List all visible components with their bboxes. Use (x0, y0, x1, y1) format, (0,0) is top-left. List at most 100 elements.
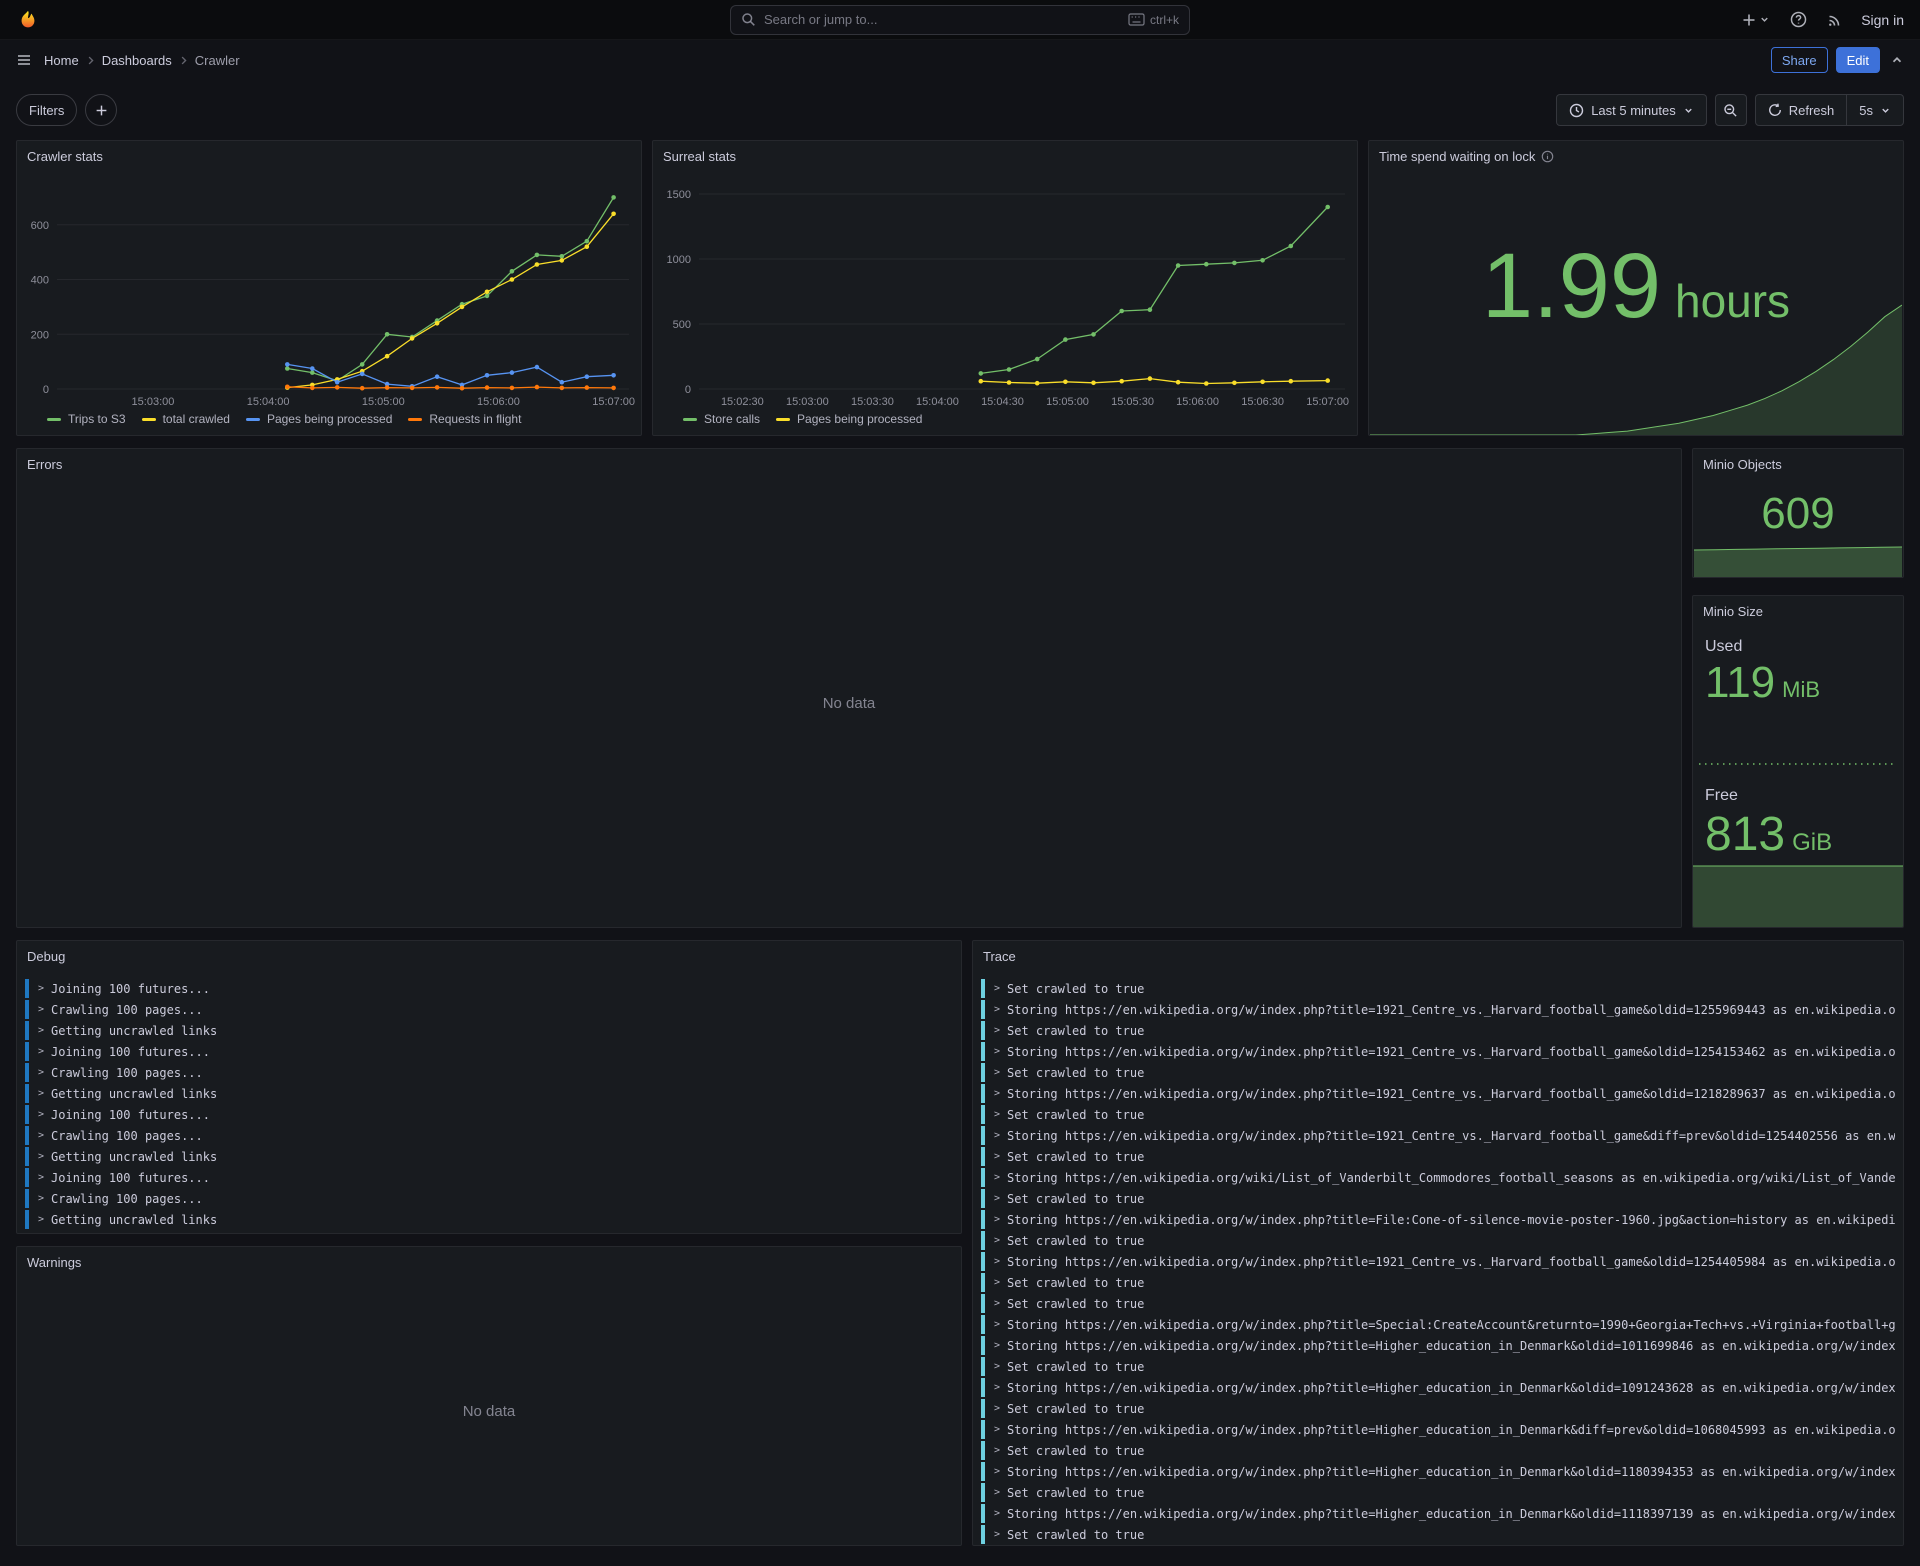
mega-menu-toggle[interactable] (14, 50, 34, 70)
panel-title: Minio Size (1703, 604, 1763, 619)
crawler-stats-chart[interactable]: 020040060015:03:0015:04:0015:05:0015:06:… (17, 171, 641, 409)
minio-free-sparkline (1693, 864, 1903, 928)
news-rss-button[interactable] (1825, 10, 1845, 30)
zoom-out-icon (1723, 103, 1738, 118)
panel-header[interactable]: Crawler stats (17, 141, 641, 171)
svg-text:15:07:00: 15:07:00 (592, 396, 635, 408)
panel-header[interactable]: Surreal stats (653, 141, 1357, 171)
time-range-picker[interactable]: Last 5 minutes (1556, 94, 1707, 126)
breadcrumb-dashboards[interactable]: Dashboards (102, 53, 172, 68)
log-line[interactable]: >Set crawled to true (981, 1294, 1895, 1313)
info-icon[interactable] (1541, 150, 1554, 163)
log-line[interactable]: >Set crawled to true (981, 1063, 1895, 1082)
log-line[interactable]: >Storing https://en.wikipedia.org/w/inde… (981, 1210, 1895, 1229)
log-line[interactable]: >Storing https://en.wikipedia.org/w/inde… (981, 1504, 1895, 1523)
log-text: Set crawled to true (1007, 1486, 1144, 1500)
log-line[interactable]: >Storing https://en.wikipedia.org/wiki/L… (981, 1168, 1895, 1187)
trace-log-list[interactable]: > Set crawled to true >Storing https://en.… (973, 971, 1903, 1545)
debug-log-list[interactable]: >Joining 100 futures...>Crawling 100 pag… (17, 971, 961, 1233)
log-line[interactable]: >Getting uncrawled links (25, 1147, 953, 1166)
add-new-button[interactable] (1739, 10, 1772, 30)
add-filter-button[interactable] (85, 94, 117, 126)
log-line[interactable]: >Storing https://en.wikipedia.org/w/inde… (981, 1336, 1895, 1355)
log-line[interactable]: >Storing https://en.wikipedia.org/w/inde… (981, 1252, 1895, 1271)
log-line[interactable]: >Storing https://en.wikipedia.org/w/inde… (981, 1315, 1895, 1334)
log-line[interactable]: >Crawling 100 pages... (25, 1126, 953, 1145)
log-line[interactable]: >Crawling 100 pages... (25, 1000, 953, 1019)
log-line[interactable]: >Storing https://en.wikipedia.org/w/inde… (981, 1126, 1895, 1145)
log-line[interactable]: > Set crawled to true (981, 1483, 1895, 1502)
log-caret: > (994, 1130, 1000, 1141)
log-line[interactable]: >Set crawled to true (981, 1105, 1895, 1124)
log-caret: > (994, 1025, 1000, 1036)
legend-item[interactable]: total crawled (142, 412, 230, 426)
collapse-toolbar-button[interactable] (1888, 51, 1906, 69)
log-line[interactable]: >Getting uncrawled links (25, 1210, 953, 1229)
log-caret: > (38, 1193, 44, 1204)
log-text: Set crawled to true (1007, 1234, 1144, 1248)
log-line[interactable]: >Storing https://en.wikipedia.org/w/inde… (981, 1462, 1895, 1481)
log-caret: > (994, 1298, 1000, 1309)
log-line[interactable]: >Set crawled to true (981, 979, 1895, 998)
log-line[interactable]: >Getting uncrawled links (25, 1021, 953, 1040)
log-line[interactable]: >Set crawled to true (981, 1399, 1895, 1418)
log-line[interactable]: >Storing https://en.wikipedia.org/w/inde… (981, 1042, 1895, 1061)
log-caret: > (994, 1487, 1000, 1498)
log-line[interactable]: >Set crawled to true (981, 1147, 1895, 1166)
legend-item[interactable]: Trips to S3 (47, 412, 126, 426)
panel-header[interactable]: Time spend waiting on lock (1369, 141, 1903, 171)
legend-item[interactable]: Requests in flight (408, 412, 521, 426)
log-line[interactable]: >Set crawled to true (981, 1021, 1895, 1040)
grafana-logo[interactable] (16, 8, 40, 32)
stat-label: Free (1705, 787, 1891, 805)
log-line[interactable]: >Getting uncrawled links (25, 1084, 953, 1103)
stat-unit: MiB (1782, 677, 1820, 703)
log-line[interactable]: >Set crawled to true (981, 1525, 1895, 1544)
lock-wait-stat: 1.99 hours (1369, 171, 1903, 399)
edit-button[interactable]: Edit (1836, 47, 1880, 73)
log-line[interactable]: >Storing https://en.wikipedia.org/w/inde… (981, 1000, 1895, 1019)
panel-header[interactable]: Errors (17, 449, 1681, 479)
log-line[interactable]: >Joining 100 futures... (25, 979, 953, 998)
filters-button[interactable]: Filters (16, 94, 77, 126)
refresh-group: Refresh 5s (1755, 94, 1904, 126)
log-caret: > (994, 1340, 1000, 1351)
log-line[interactable]: >Set crawled to true (981, 1273, 1895, 1292)
log-line[interactable]: >Joining 100 futures... (25, 1105, 953, 1124)
panel-header[interactable]: Minio Size (1693, 596, 1903, 626)
share-button[interactable]: Share (1771, 47, 1828, 73)
sign-in-link[interactable]: Sign in (1861, 12, 1904, 28)
log-line[interactable]: >Crawling 100 pages... (25, 1063, 953, 1082)
log-caret: > (994, 1109, 1000, 1120)
chevron-right-icon (85, 55, 96, 66)
legend-item[interactable]: Pages being processed (776, 412, 922, 426)
panel-header[interactable]: Minio Objects (1693, 449, 1903, 479)
log-line[interactable]: >Crawling 100 pages... (25, 1189, 953, 1208)
log-line[interactable]: >Set crawled to true (981, 1441, 1895, 1460)
refresh-interval-dropdown[interactable]: 5s (1846, 94, 1904, 126)
log-line[interactable]: >Set crawled to true (981, 1357, 1895, 1376)
svg-text:0: 0 (43, 384, 49, 396)
breadcrumb-home[interactable]: Home (44, 53, 79, 68)
log-line[interactable]: >Storing https://en.wikipedia.org/w/inde… (981, 1420, 1895, 1439)
log-line[interactable]: >Joining 100 futures... (25, 1042, 953, 1061)
surreal-stats-chart[interactable]: 05001000150015:02:3015:03:0015:03:3015:0… (653, 171, 1357, 409)
panel-header[interactable]: Trace (973, 941, 1903, 971)
panel-minio-size: Minio Size Used 119 MiB Free 813 GiB (1692, 595, 1904, 928)
panel-header[interactable]: Warnings (17, 1247, 961, 1277)
log-line[interactable]: >Storing https://en.wikipedia.org/w/inde… (981, 1084, 1895, 1103)
panel-header[interactable]: Debug (17, 941, 961, 971)
zoom-out-button[interactable] (1715, 94, 1747, 126)
refresh-button[interactable]: Refresh (1755, 94, 1848, 126)
help-button[interactable] (1788, 9, 1809, 30)
log-text: Crawling 100 pages... (51, 1003, 203, 1017)
log-line[interactable]: >Set crawled to true (981, 1231, 1895, 1250)
legend-item[interactable]: Pages being processed (246, 412, 392, 426)
log-line[interactable]: >Storing https://en.wikipedia.org/w/inde… (981, 1378, 1895, 1397)
search-input[interactable] (764, 12, 1120, 27)
minio-objects-sparkline (1694, 545, 1902, 577)
log-line[interactable]: >Set crawled to true (981, 1189, 1895, 1208)
legend-item[interactable]: Store calls (683, 412, 760, 426)
search-bar[interactable]: ctrl+k (730, 5, 1190, 35)
log-line[interactable]: >Joining 100 futures... (25, 1168, 953, 1187)
